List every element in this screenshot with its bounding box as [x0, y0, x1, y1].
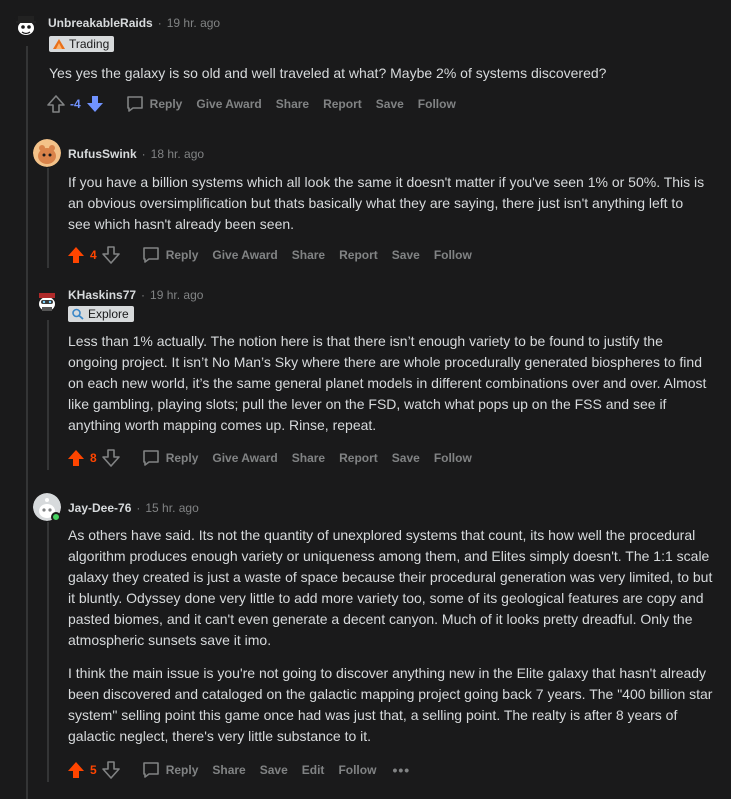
flair-label: Trading — [69, 37, 110, 51]
vote-controls: 4 — [66, 245, 121, 265]
save-button[interactable]: Save — [392, 451, 420, 465]
ellipsis-icon[interactable]: ••• — [392, 762, 410, 778]
author-name[interactable]: UnbreakableRaids — [48, 16, 153, 30]
reply-button[interactable]: Reply — [141, 760, 199, 780]
save-button[interactable]: Save — [260, 763, 288, 777]
comment-bubble-icon — [142, 450, 159, 466]
arrow-up-icon[interactable] — [66, 245, 86, 265]
comment-age[interactable]: 19 hr. ago — [167, 16, 220, 30]
thread-line[interactable] — [26, 46, 28, 799]
save-button[interactable]: Save — [392, 248, 420, 262]
arrow-down-icon[interactable] — [101, 245, 121, 265]
comment-paragraph: I think the main issue is you're not goi… — [68, 665, 713, 744]
comment-paragraph: Yes yes the galaxy is so old and well tr… — [49, 65, 607, 81]
share-button[interactable]: Share — [292, 248, 325, 262]
arrow-up-icon[interactable] — [66, 448, 86, 468]
follow-button[interactable]: Follow — [338, 763, 376, 777]
give-award-button[interactable]: Give Award — [212, 248, 277, 262]
comment-bubble-icon — [126, 96, 143, 112]
explore-flair-icon — [72, 308, 84, 320]
arrow-down-icon[interactable] — [85, 94, 105, 114]
thread-line[interactable] — [47, 522, 49, 782]
vote-controls: 5 — [66, 760, 121, 780]
give-award-button[interactable]: Give Award — [212, 451, 277, 465]
share-button[interactable]: Share — [292, 451, 325, 465]
avatar[interactable] — [12, 12, 40, 40]
separator-dot: · — [157, 16, 162, 30]
comment-age[interactable]: 15 hr. ago — [145, 501, 198, 515]
report-button[interactable]: Report — [323, 97, 362, 111]
arrow-up-icon[interactable] — [66, 760, 86, 780]
comment-body: Yes yes the galaxy is so old and well tr… — [49, 63, 719, 84]
author-name[interactable]: RufusSwink — [68, 147, 137, 161]
comment-meta: RufusSwink · 18 hr. ago — [68, 147, 204, 161]
snoo-avatar-icon — [12, 12, 40, 40]
thread-line[interactable] — [47, 320, 49, 470]
vote-score: -4 — [70, 97, 81, 111]
report-button[interactable]: Report — [339, 248, 378, 262]
share-button[interactable]: Share — [212, 763, 245, 777]
user-flair: Trading — [49, 36, 115, 52]
comment-meta: Jay-Dee-76 · 15 hr. ago — [68, 501, 199, 515]
avatar[interactable] — [33, 287, 61, 315]
snoo-avatar-icon — [33, 139, 61, 167]
online-status-indicator — [51, 512, 61, 522]
reply-label: Reply — [165, 248, 199, 262]
comment-body: As others have said. Its not the quantit… — [68, 525, 718, 747]
reply-label: Reply — [149, 97, 183, 111]
arrow-down-icon[interactable] — [101, 760, 121, 780]
separator-dot: · — [141, 147, 146, 161]
author-name[interactable]: Jay-Dee-76 — [68, 501, 131, 515]
reply-button[interactable]: Reply — [141, 245, 199, 265]
avatar[interactable] — [33, 139, 61, 167]
reply-button[interactable]: Reply — [125, 94, 183, 114]
author-name[interactable]: KHaskins77 — [68, 288, 136, 302]
report-button[interactable]: Report — [339, 451, 378, 465]
snoo-avatar-icon — [33, 287, 61, 315]
save-button[interactable]: Save — [376, 97, 404, 111]
vote-controls: -4 — [46, 94, 105, 114]
comment-actions: -4 Reply Give Award Share Report Save Fo… — [46, 92, 456, 116]
vote-score: 8 — [90, 451, 97, 465]
vote-score: 4 — [90, 248, 97, 262]
follow-button[interactable]: Follow — [418, 97, 456, 111]
share-button[interactable]: Share — [276, 97, 309, 111]
comment-thread: UnbreakableRaids · 19 hr. ago Trading Ye… — [0, 0, 731, 799]
comment-actions: 5 Reply Share Save Edit Follow ••• — [66, 758, 410, 782]
user-flair: Explore — [68, 306, 134, 322]
trading-flair-icon — [53, 39, 65, 49]
comment-paragraph: If you have a billion systems which all … — [68, 174, 705, 232]
flair-label: Explore — [88, 307, 129, 321]
vote-score: 5 — [90, 763, 97, 777]
reply-label: Reply — [165, 451, 199, 465]
reply-label: Reply — [165, 763, 199, 777]
comment-bubble-icon — [142, 762, 159, 778]
comment-age[interactable]: 18 hr. ago — [151, 147, 204, 161]
give-award-button[interactable]: Give Award — [196, 97, 261, 111]
follow-button[interactable]: Follow — [434, 451, 472, 465]
comment-actions: 8 Reply Give Award Share Report Save Fol… — [66, 446, 472, 470]
comment-bubble-icon — [142, 247, 159, 263]
comment-actions: 4 Reply Give Award Share Report Save Fol… — [66, 243, 472, 267]
separator-dot: · — [141, 288, 146, 302]
arrow-up-icon[interactable] — [46, 94, 66, 114]
comment-paragraph: As others have said. Its not the quantit… — [68, 527, 713, 648]
reply-button[interactable]: Reply — [141, 448, 199, 468]
comment-age[interactable]: 19 hr. ago — [150, 288, 203, 302]
comment-meta: UnbreakableRaids · 19 hr. ago — [48, 16, 220, 30]
thread-line[interactable] — [47, 168, 49, 268]
comment-body: If you have a billion systems which all … — [68, 172, 708, 235]
separator-dot: · — [136, 501, 141, 515]
comment-meta: KHaskins77 · 19 hr. ago — [68, 288, 203, 302]
vote-controls: 8 — [66, 448, 121, 468]
arrow-down-icon[interactable] — [101, 448, 121, 468]
follow-button[interactable]: Follow — [434, 248, 472, 262]
comment-body: Less than 1% actually. The notion here i… — [68, 331, 713, 436]
edit-button[interactable]: Edit — [302, 763, 325, 777]
comment-paragraph: Less than 1% actually. The notion here i… — [68, 333, 707, 433]
